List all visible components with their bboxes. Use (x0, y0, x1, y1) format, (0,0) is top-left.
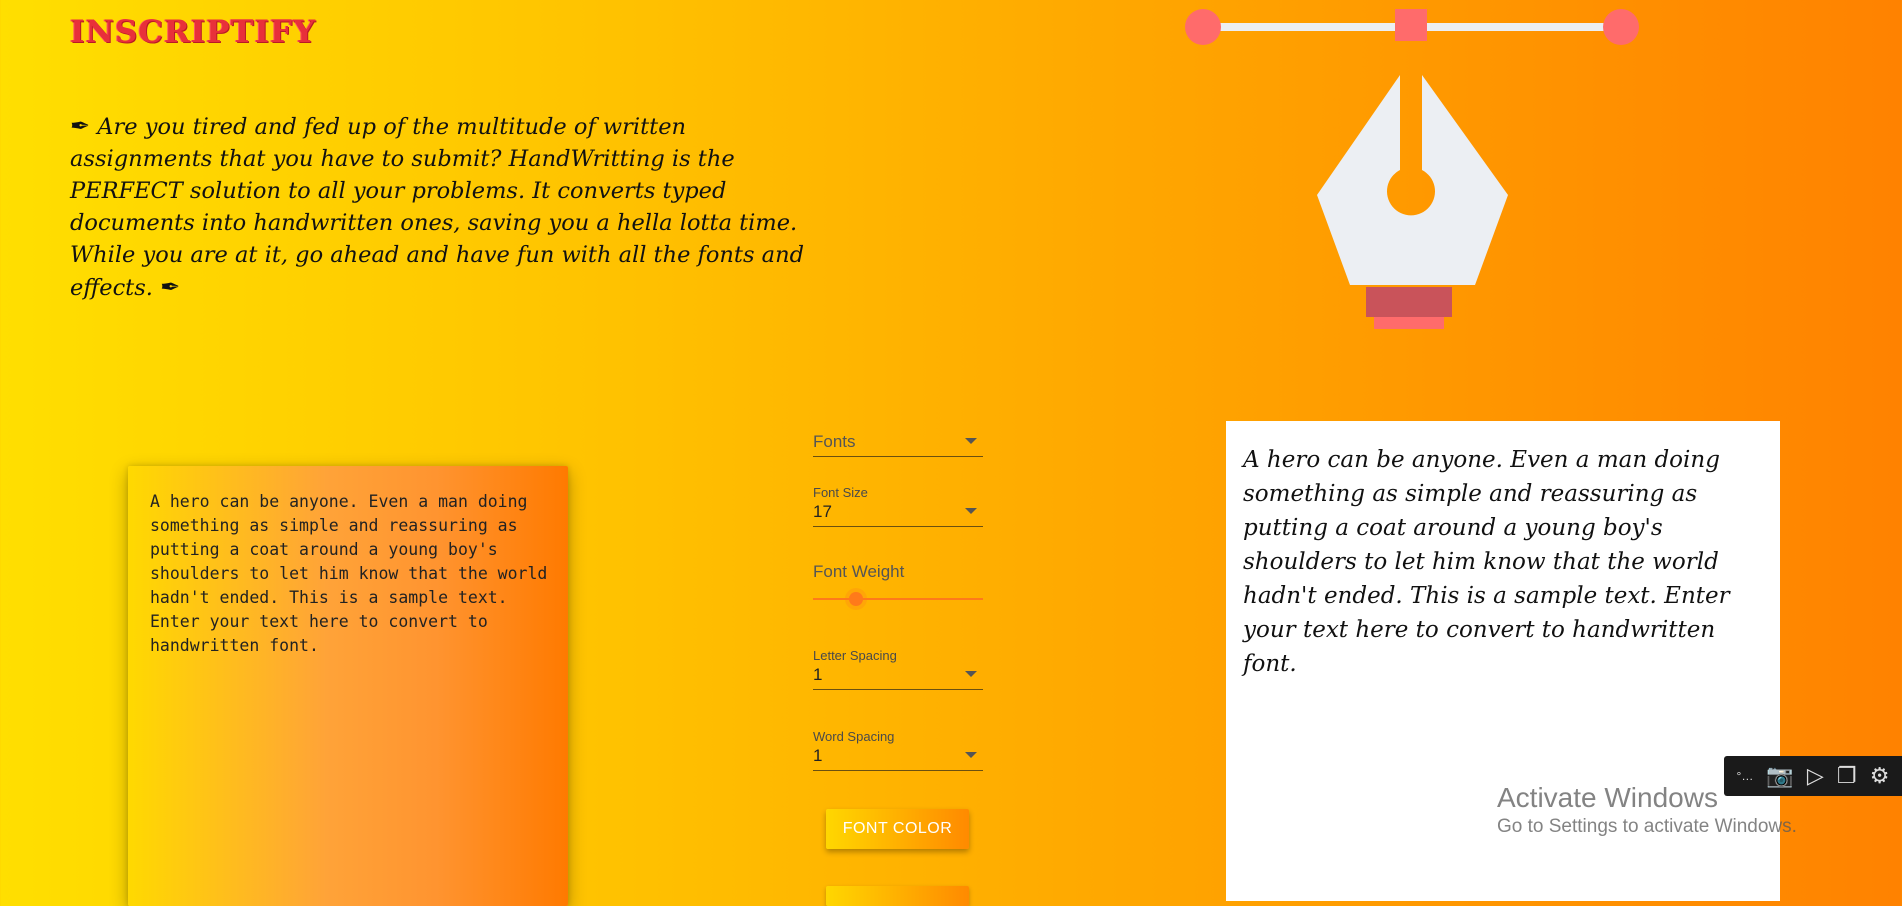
input-card (128, 466, 568, 906)
video-icon[interactable]: ▷ (1807, 765, 1824, 787)
font-weight-slider-knob[interactable] (849, 592, 863, 606)
letter-spacing-label: Letter Spacing (813, 648, 897, 663)
font-weight-label: Font Weight (813, 562, 905, 581)
secondary-button[interactable] (826, 886, 969, 906)
chevron-down-icon (965, 438, 977, 444)
text-input[interactable] (148, 488, 552, 872)
font-size-label: Font Size (813, 485, 868, 500)
pen-nib-body (1317, 75, 1508, 285)
fonts-select-placeholder: Fonts (813, 432, 856, 451)
bezier-handle-right (1603, 9, 1639, 45)
fonts-select[interactable]: Fonts (813, 430, 983, 457)
pen-band (1366, 287, 1452, 317)
handwritten-output: A hero can be anyone. Even a man doing s… (1243, 447, 1730, 677)
letter-spacing-select[interactable]: Letter Spacing 1 (813, 648, 983, 690)
pen-icon: ✒ (70, 112, 91, 140)
word-spacing-value: 1 (813, 746, 823, 765)
watermark-subtitle: Go to Settings to activate Windows. (1497, 816, 1797, 837)
pen-band-bottom (1374, 317, 1444, 329)
bezier-anchor (1395, 9, 1427, 41)
camera-icon[interactable]: 📷 (1766, 765, 1793, 787)
window-icon[interactable]: ❐ (1837, 765, 1857, 787)
font-color-button[interactable]: FONT COLOR (826, 809, 969, 849)
more-icon[interactable]: °… (1737, 765, 1754, 787)
pen-illustration (1185, 9, 1639, 329)
font-size-select[interactable]: Font Size 17 (813, 485, 983, 527)
letter-spacing-value: 1 (813, 665, 823, 684)
chevron-down-icon (965, 752, 977, 758)
chevron-down-icon (965, 508, 977, 514)
app-logo: INSCRIPTIFY (70, 14, 317, 50)
intro-paragraph: ✒ Are you tired and fed up of the multit… (70, 110, 830, 304)
pen-icon: ✒ (160, 273, 181, 301)
bezier-handle-left (1185, 9, 1221, 45)
gear-icon[interactable]: ⚙ (1870, 765, 1890, 787)
chevron-down-icon (965, 671, 977, 677)
word-spacing-label: Word Spacing (813, 729, 895, 744)
word-spacing-select[interactable]: Word Spacing 1 (813, 729, 983, 771)
font-size-value: 17 (813, 502, 832, 521)
capture-toolbar: °… 📷 ▷ ❐ ⚙ (1724, 756, 1902, 796)
font-weight-slider[interactable] (813, 598, 983, 600)
